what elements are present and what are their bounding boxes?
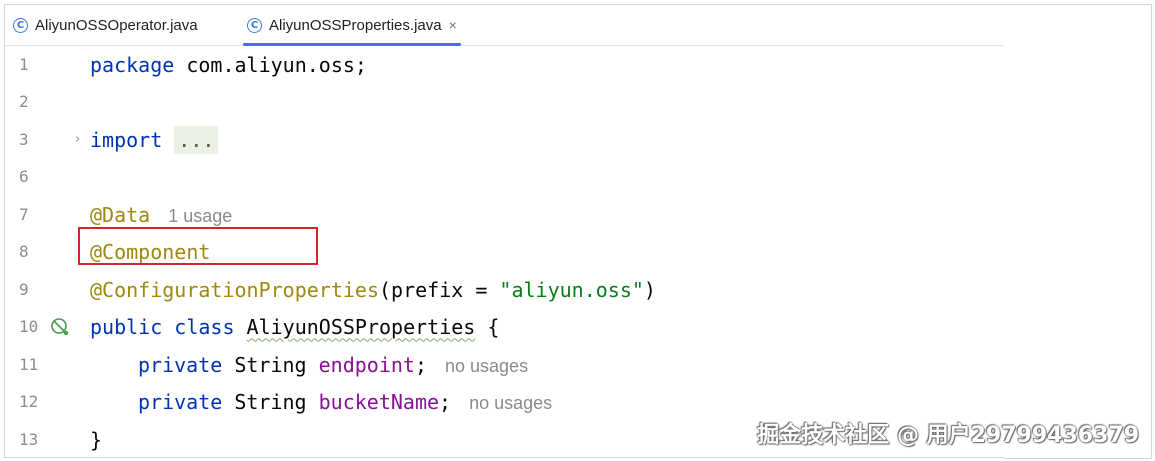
code-line: 6 <box>5 158 1005 195</box>
line-number: 6 <box>19 167 29 186</box>
code-text: @Data 1 usage <box>90 203 232 227</box>
watermark: 掘金技术社区 @ 用户29799436379 <box>757 423 1139 448</box>
class-icon: C <box>247 17 262 33</box>
chevron-right-icon[interactable]: › <box>75 132 80 147</box>
type-name: String <box>222 352 319 377</box>
code-line: 1 package com.aliyun.oss; <box>5 46 1005 83</box>
type-name: String <box>222 389 319 414</box>
semicolon: ; <box>439 389 452 414</box>
tab-aliyun-oss-properties[interactable]: C AliyunOSSProperties.java × <box>243 5 461 46</box>
code-text: public class AliyunOSSProperties { <box>90 315 499 339</box>
code-line: 2 <box>5 83 1005 120</box>
right-pane <box>1004 4 1152 459</box>
package-name: com.aliyun.oss; <box>174 52 367 77</box>
code-text: } <box>90 428 102 452</box>
class-icon: C <box>13 17 28 33</box>
code-line: 3 › import ... <box>5 121 1005 158</box>
tab-bar: C AliyunOSSOperator.java C AliyunOSSProp… <box>5 5 1005 46</box>
keyword: private <box>138 389 223 414</box>
class-name: AliyunOSSProperties <box>246 314 476 339</box>
code-text: private String bucketName; no usages <box>138 390 552 414</box>
tab-label: AliyunOSSProperties.java <box>269 16 442 34</box>
code-line: 10 public class AliyunOSSProperties { <box>5 308 1005 345</box>
close-icon[interactable]: × <box>449 17 457 33</box>
string-literal: "aliyun.oss" <box>499 277 644 302</box>
usage-hint[interactable]: no usages <box>445 356 528 376</box>
folded-imports[interactable]: ... <box>174 125 219 154</box>
line-number: 13 <box>19 430 39 449</box>
code-text: import ... <box>90 125 219 154</box>
keyword: public class <box>90 314 235 339</box>
usage-hint[interactable]: 1 usage <box>168 206 232 226</box>
keyword: import <box>90 127 163 152</box>
annotation: @Data <box>90 202 151 227</box>
tab-aliyun-oss-operator[interactable]: C AliyunOSSOperator.java <box>13 5 198 45</box>
brace-close: } <box>90 427 103 452</box>
keyword: private <box>138 352 223 377</box>
line-number: 1 <box>19 55 29 74</box>
spring-bean-icon[interactable] <box>51 317 69 336</box>
line-number: 8 <box>19 242 29 261</box>
line-number: 3 <box>19 130 29 149</box>
brace-open: { <box>475 314 500 339</box>
line-number: 11 <box>19 355 39 374</box>
line-number: 10 <box>19 317 39 336</box>
paren-close: ) <box>643 277 656 302</box>
code-line: 9 @ConfigurationProperties(prefix = "ali… <box>5 271 1005 308</box>
line-number: 2 <box>19 92 29 111</box>
annotation-args: (prefix = <box>378 277 500 302</box>
line-number: 12 <box>19 392 39 411</box>
code-text: private String endpoint; no usages <box>138 353 528 377</box>
highlight-box <box>78 227 318 265</box>
semicolon: ; <box>414 352 427 377</box>
line-number: 9 <box>19 280 29 299</box>
code-line: 11 private String endpoint; no usages <box>5 346 1005 383</box>
annotation: @ConfigurationProperties <box>90 277 379 302</box>
field-name: bucketName <box>318 389 440 414</box>
code-text: @ConfigurationProperties(prefix = "aliyu… <box>90 278 656 302</box>
code-line: 12 private String bucketName; no usages <box>5 383 1005 420</box>
keyword: package <box>90 52 175 77</box>
line-number: 7 <box>19 205 29 224</box>
code-text: package com.aliyun.oss; <box>90 53 367 77</box>
usage-hint[interactable]: no usages <box>469 393 552 413</box>
tab-label: AliyunOSSOperator.java <box>35 16 198 34</box>
field-name: endpoint <box>318 352 415 377</box>
